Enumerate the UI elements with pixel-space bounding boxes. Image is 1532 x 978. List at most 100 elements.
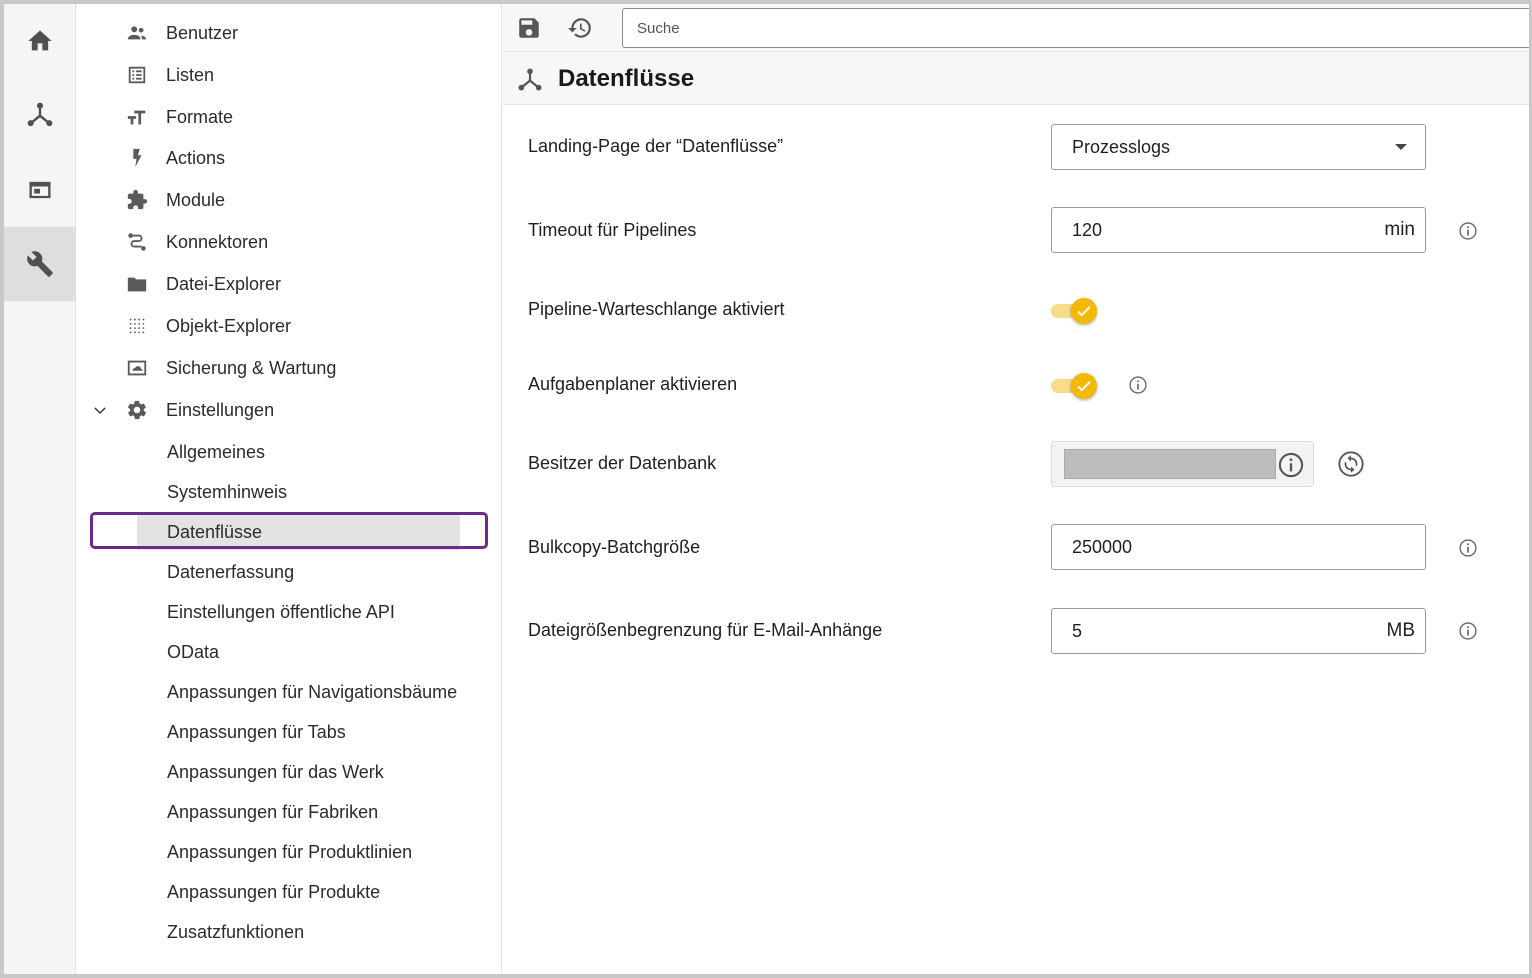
bolt-icon bbox=[125, 146, 149, 170]
sub-item-label: Anpassungen für Navigationsbäume bbox=[167, 681, 458, 702]
pipeline-queue-toggle[interactable] bbox=[1051, 297, 1099, 325]
bulkcopy-value: 250000 bbox=[1072, 536, 1133, 557]
dataflow-icon bbox=[27, 102, 53, 127]
info-icon[interactable] bbox=[1458, 221, 1478, 241]
backup-icon bbox=[125, 356, 149, 380]
sub-item-zusatzfunktionen[interactable]: Zusatzfunktionen bbox=[137, 914, 460, 950]
info-icon[interactable] bbox=[1277, 451, 1305, 479]
sub-item-oeffentliche-api[interactable]: Einstellungen öffentliche API bbox=[137, 594, 460, 630]
history-icon bbox=[568, 18, 591, 38]
icon-rail bbox=[4, 4, 76, 974]
caret-down-icon bbox=[1395, 144, 1407, 150]
rail-home-button[interactable] bbox=[4, 4, 76, 78]
scheduler-toggle[interactable] bbox=[1051, 372, 1099, 400]
db-owner-value-redacted bbox=[1064, 449, 1276, 479]
toggle-knob bbox=[1071, 298, 1097, 324]
sub-item-produkte[interactable]: Anpassungen für Produkte bbox=[137, 874, 460, 910]
nav-item-label: Objekt-Explorer bbox=[166, 315, 292, 336]
sync-icon bbox=[1338, 451, 1364, 477]
mail-limit-label: Dateigrößenbegrenzung für E-Mail-Anhänge bbox=[528, 620, 883, 640]
nav-item-einstellungen[interactable]: Einstellungen bbox=[77, 390, 502, 430]
nav-item-benutzer[interactable]: Benutzer bbox=[77, 13, 502, 53]
nav-item-label: Module bbox=[166, 189, 226, 210]
nav-item-formate[interactable]: Formate bbox=[77, 97, 502, 137]
puzzle-icon bbox=[125, 188, 149, 212]
sub-item-label: Anpassungen für Produktlinien bbox=[167, 841, 413, 862]
mail-limit-unit: MB bbox=[1386, 620, 1416, 641]
nav-item-listen[interactable]: Listen bbox=[77, 55, 502, 95]
gear-icon bbox=[125, 398, 149, 422]
info-icon[interactable] bbox=[1458, 538, 1478, 558]
sub-item-fabriken[interactable]: Anpassungen für Fabriken bbox=[137, 794, 460, 830]
mail-limit-input[interactable]: 5 MB bbox=[1051, 608, 1426, 654]
nav-item-label: Sicherung & Wartung bbox=[166, 357, 337, 378]
sub-item-werk[interactable]: Anpassungen für das Werk bbox=[137, 754, 460, 790]
landing-page-label: Landing-Page der “Datenflüsse” bbox=[528, 136, 784, 156]
sub-item-navigationsbaeume[interactable]: Anpassungen für Navigationsbäume bbox=[137, 674, 460, 710]
sub-item-produktlinien[interactable]: Anpassungen für Produktlinien bbox=[137, 834, 460, 870]
mail-limit-value: 5 bbox=[1072, 620, 1083, 641]
timeout-label: Timeout für Pipelines bbox=[528, 220, 697, 240]
home-icon bbox=[28, 30, 52, 51]
sub-item-tabs[interactable]: Anpassungen für Tabs bbox=[137, 714, 460, 750]
list-icon bbox=[125, 63, 149, 87]
sub-item-allgemeines[interactable]: Allgemeines bbox=[137, 434, 460, 470]
folder-icon bbox=[125, 272, 149, 296]
check-icon bbox=[1077, 381, 1091, 392]
nav-item-label: Datei-Explorer bbox=[166, 273, 282, 294]
save-icon bbox=[519, 18, 539, 38]
info-icon[interactable] bbox=[1128, 375, 1148, 395]
sub-item-label: Einstellungen öffentliche API bbox=[167, 601, 395, 622]
sub-item-datenerfassung[interactable]: Datenerfassung bbox=[137, 554, 460, 590]
sub-item-label: Datenerfassung bbox=[167, 561, 295, 582]
check-icon bbox=[1077, 306, 1091, 317]
timeout-unit: min bbox=[1384, 219, 1415, 240]
toggle-knob bbox=[1071, 373, 1097, 399]
nav-item-datei-explorer[interactable]: Datei-Explorer bbox=[77, 264, 502, 304]
nav-item-label: Einstellungen bbox=[166, 399, 275, 420]
save-button[interactable] bbox=[513, 12, 545, 44]
sub-item-datenfluesse[interactable]: Datenflüsse bbox=[137, 514, 460, 550]
refresh-owner-button[interactable] bbox=[1337, 450, 1365, 478]
info-icon[interactable] bbox=[1458, 621, 1478, 641]
nav-item-konnektoren[interactable]: Konnektoren bbox=[77, 222, 502, 262]
sub-item-systemhinweis[interactable]: Systemhinweis bbox=[137, 474, 460, 510]
sub-item-label: Anpassungen für Fabriken bbox=[167, 801, 379, 822]
landing-page-select[interactable]: Prozesslogs bbox=[1051, 124, 1426, 170]
wrench-icon bbox=[27, 251, 53, 277]
nav-item-label: Listen bbox=[166, 64, 215, 85]
sub-item-label: Anpassungen für Produkte bbox=[167, 881, 381, 902]
bulkcopy-input[interactable]: 250000 bbox=[1051, 524, 1426, 570]
users-icon bbox=[125, 21, 149, 45]
nav-item-sicherung-wartung[interactable]: Sicherung & Wartung bbox=[77, 348, 502, 388]
sub-item-label: OData bbox=[167, 641, 220, 662]
db-owner-field bbox=[1051, 441, 1314, 487]
sub-item-label: Datenflüsse bbox=[167, 521, 263, 542]
chevron-down-icon[interactable] bbox=[91, 401, 109, 419]
restore-button[interactable] bbox=[564, 12, 596, 44]
rail-dataflow-button[interactable] bbox=[4, 78, 76, 152]
timeout-input[interactable]: 120 min bbox=[1051, 207, 1426, 253]
nav-item-label: Benutzer bbox=[166, 22, 239, 43]
nav-item-module[interactable]: Module bbox=[77, 180, 502, 220]
dataflow-icon bbox=[517, 67, 543, 93]
sub-item-label: Allgemeines bbox=[167, 441, 266, 462]
connector-icon bbox=[125, 230, 149, 254]
search-input[interactable] bbox=[622, 8, 1532, 48]
db-owner-label: Besitzer der Datenbank bbox=[528, 453, 717, 473]
landing-page-value: Prozesslogs bbox=[1072, 136, 1171, 157]
nav-item-label: Actions bbox=[166, 147, 226, 168]
scheduler-label: Aufgabenplaner aktivieren bbox=[528, 374, 738, 394]
sub-item-odata[interactable]: OData bbox=[137, 634, 460, 670]
rail-tools-button[interactable] bbox=[4, 227, 76, 301]
sub-item-label: Anpassungen für das Werk bbox=[167, 761, 384, 782]
text-format-icon bbox=[125, 105, 149, 129]
settings-nav: Benutzer Listen Formate Actions Module K… bbox=[77, 4, 502, 974]
nav-item-objekt-explorer[interactable]: Objekt-Explorer bbox=[77, 306, 502, 346]
rail-window-button[interactable] bbox=[4, 153, 76, 227]
timeout-value: 120 bbox=[1072, 219, 1103, 240]
nav-item-label: Konnektoren bbox=[166, 231, 269, 252]
window-icon bbox=[29, 181, 51, 199]
main-content: Datenflüsse Landing-Page der “Datenflüss… bbox=[503, 4, 1532, 974]
nav-item-actions[interactable]: Actions bbox=[77, 138, 502, 178]
